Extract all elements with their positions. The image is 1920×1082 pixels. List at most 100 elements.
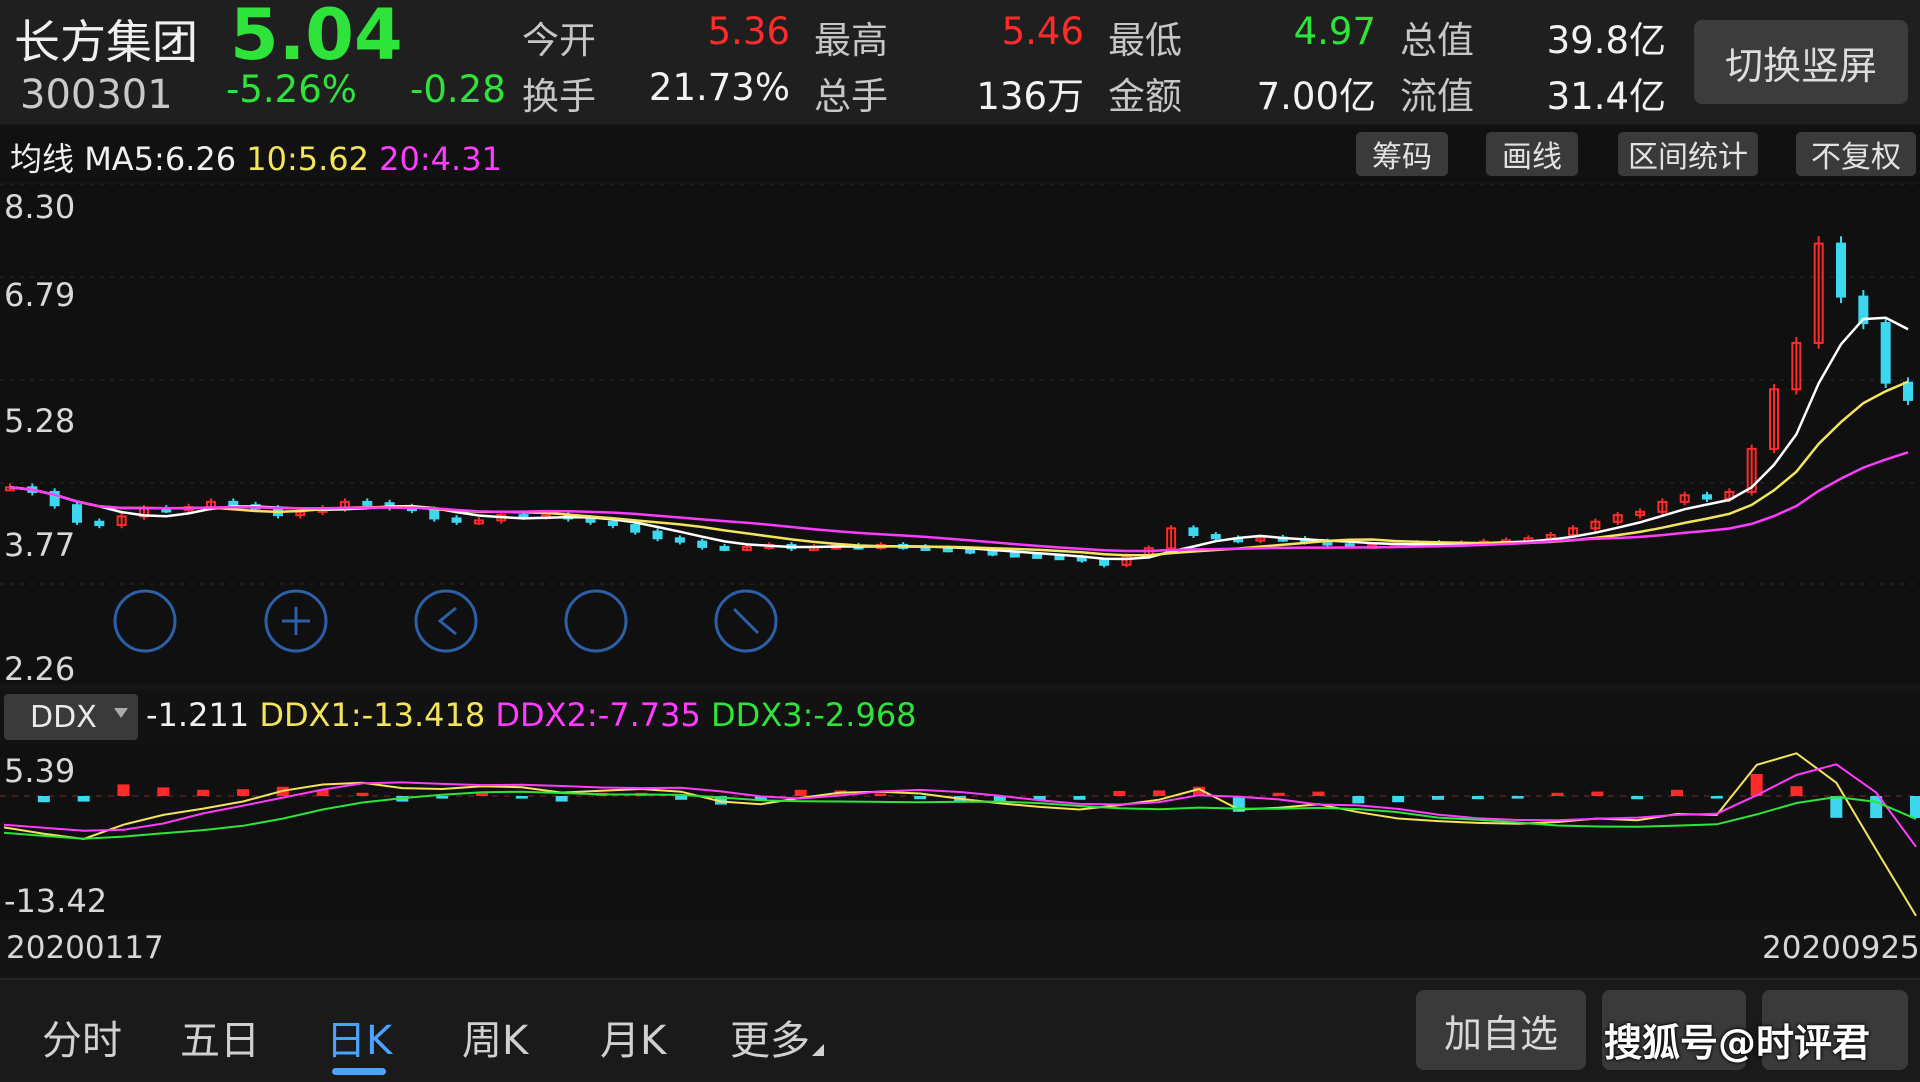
ddx-bar (675, 796, 688, 800)
zoom-in-icon[interactable] (113, 589, 177, 653)
quote-header: 长方集团 300301 5.04 -5.26% -0.28 今开 5.36 最高… (0, 0, 1920, 124)
ma20-label: 20:4.31 (379, 140, 502, 178)
y-tick-label: 6.79 (4, 276, 76, 314)
stock-code: 300301 (20, 72, 173, 118)
ddx-bar (794, 789, 807, 796)
ddx-bar (1631, 796, 1644, 800)
candle (652, 530, 663, 540)
switch-portrait-button[interactable]: 切换竖屏 (1694, 20, 1908, 104)
tab-monthly-k[interactable]: 月K (600, 1008, 666, 1066)
low-label: 最低 (1108, 19, 1182, 62)
ddx-bar (197, 789, 210, 796)
volume-value: 136万 (976, 75, 1084, 118)
ma-legend: 均线 MA5:6.26 10:5.62 20:4.31 (10, 134, 502, 180)
ddx-bar (1113, 791, 1126, 796)
no-adjust-button[interactable]: 不复权 (1796, 132, 1916, 176)
ma20-line (9, 451, 1909, 553)
chevron-down-icon[interactable] (114, 708, 128, 718)
tab-more[interactable]: 更多 (730, 1008, 810, 1066)
ddx3-value: DDX3:-2.968 (711, 696, 917, 734)
low-value: 4.97 (1293, 10, 1376, 53)
scroll-right-icon[interactable] (564, 589, 628, 653)
y-tick-label: 3.77 (4, 526, 76, 564)
float-value-label: 流值 (1400, 75, 1474, 118)
candle (1188, 527, 1199, 536)
active-tab-indicator (332, 1068, 386, 1075)
total-value-label: 总值 (1400, 19, 1474, 62)
tab-daily-k[interactable]: 日K (326, 1008, 392, 1066)
draw-line-button[interactable]: 画线 (1486, 132, 1578, 176)
ddx-y-min: -13.42 (4, 882, 108, 920)
ddx-bar (157, 787, 170, 796)
add-icon[interactable] (264, 589, 328, 653)
ddx-bar (1432, 796, 1444, 800)
more-caret-icon (812, 1044, 824, 1056)
ddx-chart[interactable]: 5.39 -13.42 (0, 744, 1920, 920)
ma10-label: 10:5.62 (246, 140, 369, 178)
ddx-bar (1073, 796, 1086, 800)
candle (362, 500, 373, 506)
ddx2-value: DDX2:-7.735 (495, 696, 701, 734)
tab-five-day[interactable]: 五日 (180, 1008, 260, 1066)
ddx-bar (77, 796, 90, 802)
candle (585, 517, 596, 523)
candle (1032, 553, 1043, 559)
ddx-bar (1830, 796, 1843, 818)
turnover-label: 换手 (522, 75, 596, 118)
y-tick-label: 5.28 (4, 402, 76, 440)
candle (1880, 322, 1891, 384)
ddx-bar (117, 784, 130, 796)
candle (987, 550, 998, 556)
candle (1903, 381, 1913, 401)
ddx-svg[interactable] (0, 744, 1920, 920)
watermark: 搜狐号@时评君 (1604, 1021, 1871, 1065)
high-label: 最高 (814, 19, 888, 62)
start-date: 20200117 (6, 930, 164, 966)
turnover-value: 21.73% (648, 66, 790, 109)
candlestick-svg[interactable] (0, 183, 1920, 684)
ddx-bar (436, 796, 449, 799)
ddx1-value: DDX1:-13.418 (259, 696, 486, 734)
candle (965, 548, 976, 554)
ma-legend-bar: 均线 MA5:6.26 10:5.62 20:4.31 筹码 画线 区间统计 不… (0, 126, 1920, 182)
candle (1210, 533, 1221, 540)
candle (1009, 552, 1020, 558)
volume-label: 总手 (814, 75, 888, 118)
tab-intraday[interactable]: 分时 (42, 1008, 122, 1066)
ddx-bar (1392, 796, 1405, 803)
chip-distribution-button[interactable]: 筹码 (1356, 132, 1448, 176)
candle (719, 545, 730, 551)
range-stats-button[interactable]: 区间统计 (1618, 132, 1758, 176)
ddx1-line (3, 752, 1917, 917)
ddx-bar (1710, 796, 1723, 799)
reset-zoom-icon[interactable] (714, 589, 778, 653)
ddx-value: -1.211 (146, 696, 250, 734)
ddx-bar (914, 796, 927, 800)
candle (942, 547, 953, 553)
total-value: 39.8亿 (1546, 19, 1666, 62)
candle (451, 517, 462, 523)
ddx-bar (1272, 792, 1285, 796)
candle (674, 537, 685, 543)
candle (228, 500, 239, 507)
candle (1702, 494, 1713, 500)
ddx-bar (1671, 789, 1683, 796)
tab-weekly-k[interactable]: 周K (462, 1008, 528, 1066)
change-percent: -5.26% (226, 68, 357, 111)
ddx-bar (1511, 796, 1524, 799)
open-value: 5.36 (707, 10, 790, 53)
ddx-y-max: 5.39 (4, 752, 76, 790)
ddx-bar (874, 793, 887, 796)
ma5-line (9, 316, 1909, 561)
candle (1054, 555, 1065, 561)
candle (1836, 242, 1847, 298)
candlestick-chart[interactable]: 8.30 6.79 5.28 3.77 2.26 (0, 183, 1920, 688)
ddx-bar (1910, 796, 1920, 818)
ma5-label: MA5:6.26 (84, 140, 237, 178)
candle (71, 504, 82, 523)
add-watchlist-button[interactable]: 加自选 (1416, 990, 1586, 1070)
candle (1099, 559, 1110, 566)
ddx-bar (237, 789, 249, 796)
ddx-bar (1591, 791, 1604, 796)
scroll-left-icon[interactable] (414, 589, 478, 653)
